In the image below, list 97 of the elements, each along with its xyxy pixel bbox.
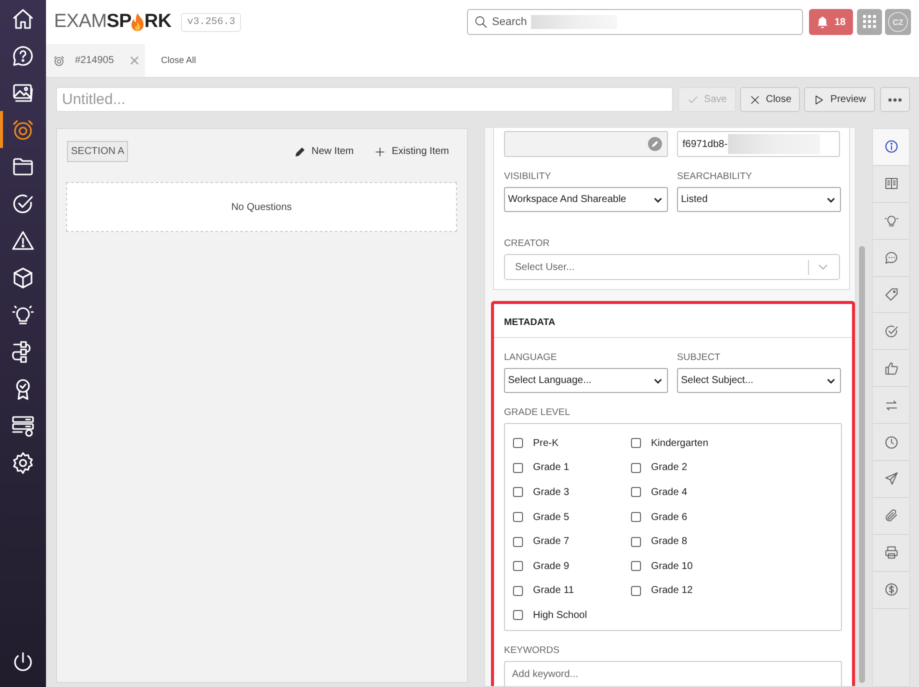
bell-icon	[816, 15, 830, 29]
field-label: SUBJECT	[677, 352, 722, 363]
alarm-icon	[11, 118, 35, 142]
metadata-title: METADATA	[494, 304, 852, 338]
logo[interactable]: EXAMSP RK	[54, 11, 172, 33]
check-icon	[687, 94, 700, 106]
document-tab[interactable]: #214905	[46, 44, 145, 77]
printer-icon	[884, 545, 898, 560]
swap-icon	[884, 398, 898, 413]
power-icon	[11, 650, 35, 674]
grade-label: Grade 3	[533, 486, 570, 498]
thumbs-up-icon	[884, 360, 898, 376]
flame-icon	[131, 12, 144, 32]
searchability-select[interactable]: Listed	[677, 187, 841, 212]
clock-icon	[884, 434, 898, 450]
lightbulb-icon	[884, 213, 898, 228]
section-label[interactable]: SECTION A	[67, 141, 128, 162]
field-label: SEARCHABILITY	[677, 171, 753, 182]
image-field[interactable]	[504, 131, 668, 157]
grade-label: Grade 12	[651, 585, 693, 596]
checkbox[interactable]	[631, 536, 641, 547]
checkbox[interactable]	[631, 438, 641, 448]
checkbox[interactable]	[631, 586, 641, 596]
field-label: CREATOR	[504, 238, 551, 249]
help-icon	[11, 44, 35, 68]
close-all-link[interactable]: Close All	[145, 44, 212, 77]
settings-icon	[11, 450, 35, 474]
checkbox[interactable]	[631, 512, 641, 522]
tag-icon	[884, 287, 898, 302]
grade-label: Grade 9	[533, 560, 570, 572]
checkbox[interactable]	[513, 586, 523, 596]
warning-icon	[11, 228, 35, 252]
send-icon	[884, 471, 898, 486]
checkbox[interactable]	[513, 487, 523, 498]
grade-label: High School	[533, 610, 587, 621]
version-badge: v3.256.3	[181, 12, 242, 32]
keyword-field[interactable]: Add keyword...	[504, 660, 842, 686]
preview-button[interactable]: Preview	[804, 87, 875, 112]
chat-icon	[884, 250, 898, 266]
new-item-button[interactable]: New Item	[294, 146, 354, 158]
checkbox[interactable]	[513, 610, 523, 620]
side-tab[interactable]	[873, 129, 909, 166]
language-select[interactable]: Select Language...	[504, 368, 668, 393]
checkbox[interactable]	[631, 462, 641, 473]
checkbox[interactable]	[631, 487, 641, 498]
home-icon	[11, 6, 35, 30]
lightbulb-icon	[11, 302, 35, 326]
checkbox[interactable]	[513, 561, 523, 572]
grade-label: Grade 1	[533, 462, 570, 474]
close-icon	[748, 94, 761, 106]
field-label: LANGUAGE	[504, 352, 558, 363]
checkbox[interactable]	[513, 512, 523, 522]
search-field[interactable]: Search	[467, 9, 803, 35]
scrollbar-thumb[interactable]	[859, 246, 865, 683]
grade-label: Grade 4	[651, 486, 688, 498]
paperclip-icon	[884, 508, 898, 524]
cube-icon	[11, 266, 35, 290]
checkbox[interactable]	[631, 561, 641, 572]
id-field[interactable]: f6971db8-	[676, 131, 840, 157]
checkbox[interactable]	[513, 536, 523, 547]
pencil-icon	[294, 146, 306, 158]
close-button[interactable]: Close	[740, 87, 800, 112]
grade-label: Grade 8	[651, 536, 688, 548]
field-label: GRADE LEVEL	[504, 407, 571, 418]
server-settings-icon	[11, 414, 35, 438]
book-icon	[884, 176, 898, 192]
subject-select[interactable]: Select Subject...	[677, 368, 841, 393]
grade-label: Pre-K	[533, 438, 559, 449]
check-circle-icon	[884, 324, 898, 339]
more-icon	[888, 98, 902, 102]
pencil-icon[interactable]	[648, 137, 662, 151]
checkbox[interactable]	[513, 438, 523, 448]
creator-select[interactable]: Select User...	[504, 254, 840, 280]
field-label: VISIBILITY	[504, 171, 552, 182]
more-button[interactable]	[880, 87, 910, 112]
field-label: KEYWORDS	[504, 644, 560, 656]
alarm-icon	[53, 54, 65, 66]
search-icon	[474, 15, 488, 29]
grade-label: Grade 10	[651, 560, 693, 572]
empty-message: No Questions	[231, 202, 292, 212]
grade-label: Kindergarten	[651, 438, 708, 449]
checkbox[interactable]	[513, 462, 523, 473]
info-icon	[884, 139, 898, 154]
dollar-icon	[884, 582, 898, 598]
grade-label: Grade 2	[651, 462, 688, 474]
check-circle-icon	[11, 192, 35, 216]
grade-label: Grade 5	[533, 512, 570, 523]
title-field[interactable]: Untitled...	[56, 87, 674, 112]
grade-label: Grade 6	[651, 512, 688, 523]
visibility-select[interactable]: Workspace And Shareable	[504, 187, 668, 212]
grid-icon	[862, 15, 876, 29]
search-placeholder: Search	[492, 16, 527, 28]
grade-label: Grade 7	[533, 536, 570, 548]
existing-item-button[interactable]: Existing Item	[374, 146, 449, 158]
plus-icon	[374, 146, 386, 158]
play-icon	[813, 94, 826, 106]
grade-label: Grade 11	[533, 585, 574, 596]
